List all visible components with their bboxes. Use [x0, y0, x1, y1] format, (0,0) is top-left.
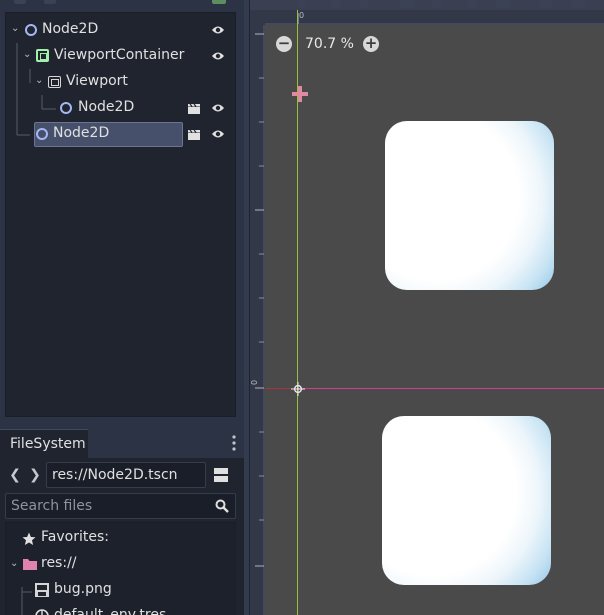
visibility-eye-icon[interactable]: [211, 51, 225, 61]
search-files-field[interactable]: [5, 493, 236, 519]
instance-scene-button[interactable]: [44, 0, 56, 4]
list-item-favorites[interactable]: Favorites:: [6, 525, 235, 551]
zoom-level[interactable]: 70.7 %: [305, 36, 354, 52]
left-dock: ⌄ Node2D ⌄ ViewportContainer ⌄ Viewport …: [0, 0, 244, 615]
search-icon: [215, 499, 229, 513]
tree-item-node2d-selected[interactable]: Node2D: [6, 121, 235, 147]
path-field[interactable]: [46, 462, 206, 488]
add-node-button[interactable]: [14, 0, 26, 4]
sprite-bottom[interactable]: [382, 416, 551, 585]
chevron-down-icon[interactable]: ⌄: [10, 558, 18, 569]
list-item-label: bug.png: [54, 581, 112, 597]
chevron-down-icon[interactable]: ⌄: [23, 50, 33, 60]
tab-label: FileSystem: [10, 436, 86, 452]
tree-item-label: Viewport: [66, 73, 128, 89]
tree-item-viewport-container[interactable]: ⌄ ViewportContainer: [6, 43, 235, 69]
chevron-down-icon[interactable]: ⌄: [35, 76, 45, 86]
visibility-eye-icon[interactable]: [211, 129, 225, 139]
filesystem-tabbar: FileSystem: [0, 428, 244, 458]
tree-item-node2d-child[interactable]: Node2D: [6, 95, 235, 121]
tree-item-label: Node2D: [42, 21, 99, 37]
tree-item-label: Node2D: [53, 125, 110, 141]
node-position-cross-icon[interactable]: [292, 86, 308, 102]
star-icon: [22, 532, 36, 545]
scene-tree: ⌄ Node2D ⌄ ViewportContainer ⌄ Viewport …: [5, 12, 236, 417]
path-input[interactable]: [47, 463, 205, 487]
open-in-editor-icon[interactable]: [187, 103, 201, 115]
x-axis-line: [298, 388, 604, 389]
filesystem-tree: Favorites: ⌄ res:// bug.png default_env.…: [5, 522, 236, 615]
list-item-label: default_env.tres: [54, 607, 167, 615]
search-files-input[interactable]: [6, 494, 206, 518]
chevron-down-icon[interactable]: ⌄: [11, 24, 21, 34]
node2d-icon: [25, 24, 37, 36]
origin-pivot-icon[interactable]: [291, 382, 305, 396]
image-file-icon: [35, 583, 49, 597]
canvas-viewport[interactable]: 0 0 − 70.7 % +: [250, 0, 604, 615]
list-item-file[interactable]: bug.png: [6, 577, 235, 603]
chevron-left-icon[interactable]: ❮: [8, 468, 22, 482]
resource-icon: [35, 609, 49, 615]
tree-item-node2d-root[interactable]: ⌄ Node2D: [6, 17, 235, 43]
list-item-label: res://: [41, 555, 77, 571]
list-item-label: Favorites:: [41, 529, 109, 545]
list-item-file[interactable]: default_env.tres: [6, 603, 235, 615]
visibility-eye-icon[interactable]: [211, 25, 225, 35]
scene-toolbar: [0, 0, 244, 6]
viewport-icon: [48, 76, 61, 88]
node2d-icon: [60, 102, 72, 114]
tree-item-label: Node2D: [78, 99, 135, 115]
kebab-menu-icon[interactable]: [232, 435, 236, 451]
folder-icon: [23, 559, 37, 570]
viewport-container-icon: [36, 49, 49, 62]
chevron-right-icon[interactable]: ❯: [28, 468, 42, 482]
scene-options-button[interactable]: [212, 0, 226, 4]
split-mode-icon[interactable]: [213, 467, 229, 483]
tab-filesystem[interactable]: FileSystem: [0, 429, 88, 458]
open-in-editor-icon[interactable]: [187, 129, 201, 141]
tree-item-label: ViewportContainer: [54, 47, 185, 63]
zoom-in-icon[interactable]: +: [363, 36, 379, 52]
tree-item-viewport[interactable]: ⌄ Viewport: [6, 69, 235, 95]
visibility-eye-icon[interactable]: [211, 103, 225, 113]
filesystem-panel: ❮ ❯ Favorites: ⌄ res://: [0, 458, 244, 615]
zoom-out-icon[interactable]: −: [276, 36, 292, 52]
list-item-res-folder[interactable]: ⌄ res://: [6, 551, 235, 577]
sprite-top[interactable]: [385, 121, 554, 290]
node2d-icon: [36, 128, 48, 140]
